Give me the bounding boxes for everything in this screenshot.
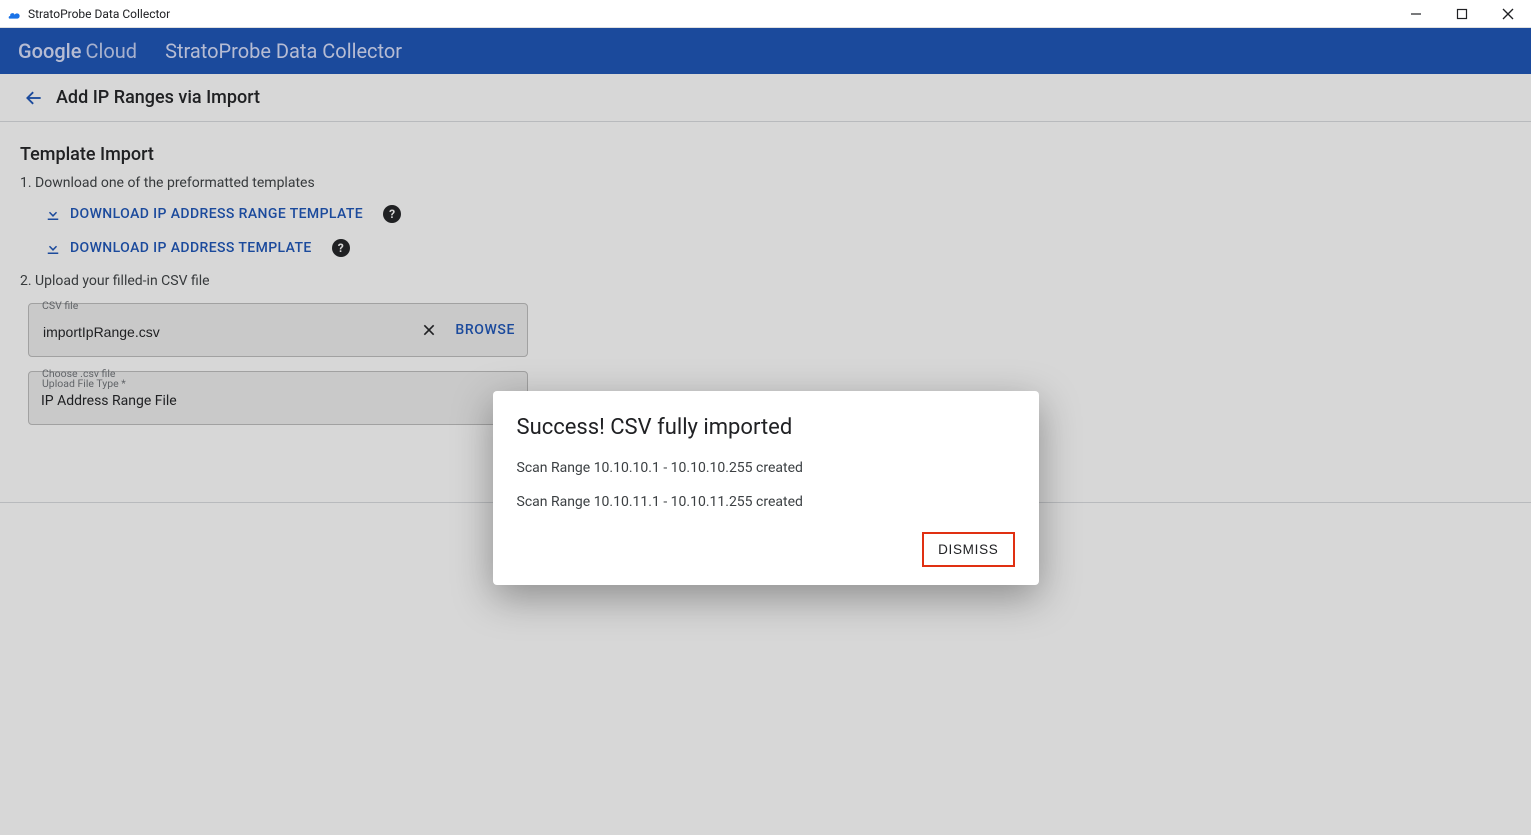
dialog-message-1: Scan Range 10.10.10.1 - 10.10.10.255 cre… xyxy=(517,460,1015,476)
dialog-actions: DISMISS xyxy=(517,532,1015,567)
dismiss-button[interactable]: DISMISS xyxy=(922,532,1014,567)
dialog-title: Success! CSV fully imported xyxy=(517,415,1015,440)
success-dialog: Success! CSV fully imported Scan Range 1… xyxy=(493,391,1039,585)
dialog-backdrop: Success! CSV fully imported Scan Range 1… xyxy=(0,0,1531,835)
dialog-message-2: Scan Range 10.10.11.1 - 10.10.11.255 cre… xyxy=(517,494,1015,510)
